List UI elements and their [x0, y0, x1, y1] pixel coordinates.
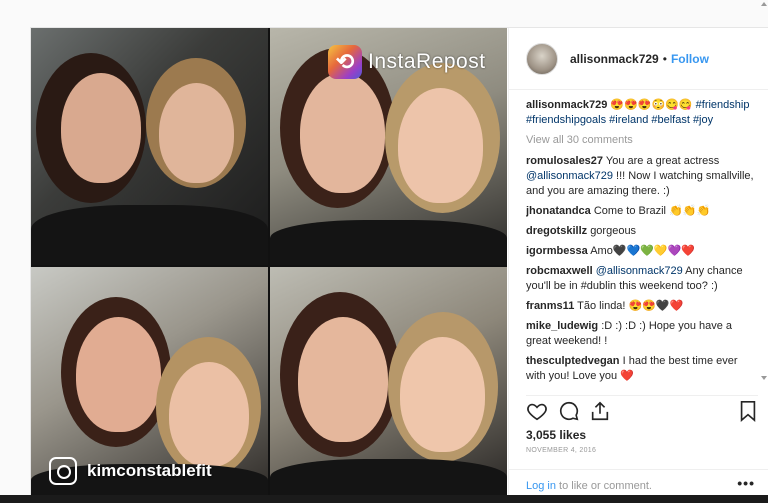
post-date: NOVEMBER 4, 2016 — [526, 447, 597, 454]
comment-item: robcmaxwell @allisonmack729 Any chance y… — [526, 264, 758, 294]
comment-mention[interactable]: @allisonmack729 — [526, 170, 613, 182]
view-all-comments-link[interactable]: View all 30 comments — [526, 133, 758, 148]
likes-count[interactable]: 3,055 likes — [526, 428, 586, 442]
bookmark-icon[interactable] — [738, 400, 758, 422]
instagram-post: ⟲ InstaRepost kimconstablefit allisonmac… — [30, 27, 768, 503]
comment-username[interactable]: franms11 — [526, 300, 574, 312]
collage-photo-top-left — [31, 28, 268, 265]
post-photo-collage[interactable]: ⟲ InstaRepost kimconstablefit — [31, 28, 507, 503]
login-prompt-text: to like or comment. — [555, 480, 652, 492]
comment-username[interactable]: dregotskillz — [526, 225, 587, 237]
comment-text: gorgeous — [590, 225, 637, 237]
credit-username: kimconstablefit — [87, 461, 212, 480]
comment-text: You are a great actress — [605, 155, 720, 167]
heart-icon[interactable] — [526, 400, 548, 422]
more-options-button[interactable]: ••• — [737, 475, 755, 491]
comment-item: thesculptedvegan I had the best time eve… — [526, 354, 758, 384]
bottom-bar — [0, 495, 768, 503]
caption-emojis: 😍😍😍😳😋😋 — [610, 99, 693, 111]
header-separator: • — [662, 51, 667, 66]
photo-credit: kimconstablefit — [49, 457, 212, 485]
scroll-arrows-icon — [761, 2, 767, 380]
comment-username[interactable]: robcmaxwell — [526, 265, 593, 277]
comment-text: Come to Brazil 👏👏👏 — [593, 205, 711, 217]
caption: allisonmack729 😍😍😍😳😋😋 #friendship #frien… — [526, 98, 758, 128]
instarepost-logo-icon: ⟲ — [328, 45, 362, 79]
comment-username[interactable]: thesculptedvegan — [526, 355, 620, 367]
instagram-logo-icon — [49, 457, 77, 485]
comment-item: mike_ludewig :D :) :D :) Hope you have a… — [526, 319, 758, 349]
login-link[interactable]: Log in — [526, 480, 556, 492]
page-scrollbar[interactable] — [760, 0, 768, 503]
avatar[interactable] — [526, 42, 558, 75]
instarepost-label: InstaRepost — [368, 50, 486, 73]
comment-text: Amo🖤💙💚💛💜❤️ — [590, 245, 695, 257]
post-sidebar: allisonmack729 • Follow allisonmack729 😍… — [508, 28, 768, 503]
share-icon[interactable] — [589, 400, 611, 422]
comment-username[interactable]: igormbessa — [526, 245, 588, 257]
collage-photo-bottom-right — [270, 267, 507, 503]
comments-list[interactable]: allisonmack729 😍😍😍😳😋😋 #friendship #frien… — [526, 98, 758, 388]
post-header: allisonmack729 • Follow — [509, 28, 768, 90]
comment-icon[interactable] — [558, 400, 580, 422]
instarepost-watermark: ⟲ InstaRepost — [328, 45, 486, 79]
comment-username[interactable]: jhonatandca — [526, 205, 591, 217]
comment-username[interactable]: romulosales27 — [526, 155, 603, 167]
action-bar — [526, 395, 758, 422]
comment-mention[interactable]: @allisonmack729 — [596, 265, 683, 277]
comment-item: romulosales27 You are a great actress @a… — [526, 154, 758, 199]
comment-item: jhonatandca Come to Brazil 👏👏👏 — [526, 204, 758, 219]
header-username[interactable]: allisonmack729 — [570, 52, 659, 66]
comment-text: Tão linda! 😍😍🖤❤️ — [577, 300, 684, 312]
caption-username[interactable]: allisonmack729 — [526, 99, 607, 111]
follow-button[interactable]: Follow — [671, 52, 709, 66]
comment-item: franms11 Tão linda! 😍😍🖤❤️ — [526, 299, 758, 314]
comment-item: dregotskillz gorgeous — [526, 224, 758, 239]
comment-username[interactable]: mike_ludewig — [526, 320, 598, 332]
comment-item: igormbessa Amo🖤💙💚💛💜❤️ — [526, 244, 758, 259]
